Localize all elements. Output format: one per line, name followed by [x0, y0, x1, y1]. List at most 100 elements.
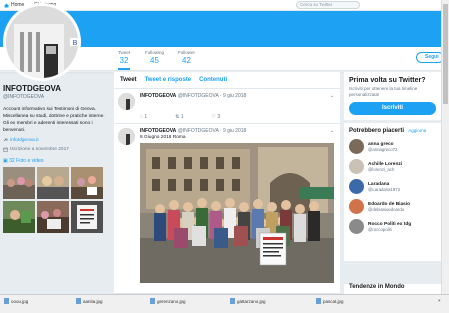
download-filename: gerenzano.jpg: [157, 298, 186, 304]
refresh-link[interactable]: · Aggiorna: [406, 128, 427, 133]
profile-joined: Iscrizione a novembre 2017: [10, 147, 69, 152]
stat-following[interactable]: Following 45: [145, 50, 164, 65]
tab-media[interactable]: Contenuti: [199, 77, 227, 83]
tweet-avatar[interactable]: [118, 93, 135, 110]
signup-button[interactable]: Iscriviti: [349, 102, 436, 115]
download-filename: gattarzano.jpg: [237, 298, 266, 304]
suggestion-handle: @debiasioedoardo: [368, 206, 405, 212]
media-thumb[interactable]: [71, 167, 103, 199]
photo-thumbnail: [3, 177, 35, 199]
stat-followers[interactable]: Follower 42: [178, 50, 195, 65]
close-icon[interactable]: ×: [438, 298, 441, 303]
media-grid: [3, 167, 110, 233]
home-icon: [4, 3, 9, 7]
reply-button[interactable]: ◌ 1: [140, 114, 147, 120]
timeline: Tweet Tweet e risposte Contenuti INFOTDG…: [114, 72, 340, 294]
profile-link-row: infotdgeova.it: [3, 138, 110, 143]
media-thumb[interactable]: [37, 167, 69, 199]
photo-thumbnail: [37, 209, 69, 233]
profile-name[interactable]: INFOTDGEOVA: [3, 84, 110, 93]
media-thumb[interactable]: [37, 201, 69, 233]
photo-thumbnail: [77, 205, 97, 229]
stat-tweets-value: 32: [119, 56, 129, 65]
photo-thumbnail: [71, 176, 103, 199]
search-input[interactable]: Cerca su Twitter: [296, 1, 360, 9]
download-item[interactable]: gerenzano.jpg: [150, 298, 186, 304]
stat-followers-label: Follower: [178, 50, 196, 55]
suggestion-item[interactable]: Achille Lorenzi @lorenzi_ach: [349, 159, 436, 174]
image-file-icon: [4, 298, 9, 304]
profile-handle: @INFOTDGEOVA: [3, 94, 45, 100]
stat-following-value: 45: [150, 56, 159, 65]
tweet-avatar[interactable]: [118, 128, 135, 145]
avatar-image: [118, 128, 135, 145]
avatar[interactable]: [349, 219, 364, 234]
downloads-bar: ooou.jpg aanita.jpg gerenzano.jpg gattar…: [0, 294, 449, 313]
top-navigation: Home Chi siamo Cerca su Twitter: [0, 0, 441, 11]
chevron-down-icon[interactable]: ⌄: [330, 128, 334, 134]
tweet-author-name[interactable]: INFOTDGEOVA: [140, 93, 176, 99]
follow-button[interactable]: Segui: [416, 52, 444, 63]
media-thumb[interactable]: [3, 167, 35, 199]
suggestion-name[interactable]: Edoardo de Biasio: [368, 202, 410, 207]
profile-avatar[interactable]: B: [3, 3, 81, 81]
profile-link[interactable]: infotdgeova.it: [10, 138, 39, 143]
avatar[interactable]: [349, 179, 364, 194]
like-button[interactable]: ♡ 3: [212, 114, 221, 120]
tab-tweets[interactable]: Tweet: [120, 77, 137, 83]
page-scrollbar[interactable]: [441, 0, 449, 294]
profile-sidebar: INFOTDGEOVA @INFOTDGEOVA Account informa…: [3, 84, 110, 233]
chevron-down-icon[interactable]: ⌄: [330, 93, 334, 99]
avatar-image: [118, 93, 135, 110]
tweet-header: INFOTDGEOVA @INFOTDGEOVA · 9 giu 2018: [140, 93, 246, 99]
suggestion-name[interactable]: anna greco: [368, 142, 397, 147]
suggestion-item[interactable]: Rocco Politi ex tdg @roccopoliti: [349, 219, 436, 234]
svg-text:B: B: [73, 40, 78, 47]
media-link[interactable]: ▣ 32 Foto e video: [3, 158, 110, 164]
avatar[interactable]: [349, 199, 364, 214]
tab-tweets-replies[interactable]: Tweet e risposte: [145, 77, 192, 83]
download-item[interactable]: gattarzano.jpg: [230, 298, 266, 304]
download-filename: pascat.jpg: [323, 298, 344, 304]
suggestion-handle: @Laradana1972: [368, 186, 401, 192]
profile-bio: Account informativo sui Testimoni di Geo…: [3, 107, 105, 133]
suggestion-name[interactable]: Achille Lorenzi: [368, 162, 402, 167]
trends-title[interactable]: Tendenze in Mondo: [344, 284, 441, 294]
stat-tweets[interactable]: Tweet 32: [118, 50, 131, 70]
signup-text: Iscriviti per ottenere la tua timeline p…: [349, 86, 418, 97]
download-item[interactable]: aanita.jpg: [76, 298, 103, 304]
link-icon: [3, 138, 8, 142]
right-sidebar: Prima volta su Twitter? Iscriviti per ot…: [344, 72, 441, 264]
suggestion-item[interactable]: Edoardo de Biasio @debiasioedoardo: [349, 199, 436, 214]
avatar[interactable]: [349, 139, 364, 154]
suggestion-handle: @lorenzi_ach: [368, 166, 395, 172]
tweet[interactable]: INFOTDGEOVA @INFOTDGEOVA · 9 giu 2018 ⌄ …: [114, 124, 340, 294]
media-thumb[interactable]: [3, 201, 35, 233]
suggestion-item[interactable]: Laradana @Laradana1972: [349, 179, 436, 194]
image-file-icon: [76, 298, 81, 304]
tweet-text: 8 Giugno 2018 Roma: [140, 135, 186, 140]
suggestions-heading: Potrebbero piacerti: [349, 128, 405, 134]
retweet-button[interactable]: ⇅ 1: [175, 114, 183, 120]
suggestions-card: Potrebbero piacerti · Aggiorna anna grec…: [344, 123, 441, 261]
photo-thumbnail: [37, 176, 69, 199]
suggestion-item[interactable]: anna greco @annagreco72: [349, 139, 436, 154]
tweet-header: INFOTDGEOVA @INFOTDGEOVA · 9 giu 2018: [140, 128, 246, 134]
stat-tweets-label: Tweet: [118, 50, 131, 55]
image-file-icon: [150, 298, 155, 304]
timeline-tabs: Tweet Tweet e risposte Contenuti: [114, 72, 340, 89]
tweet-author-name[interactable]: INFOTDGEOVA: [140, 128, 176, 134]
download-item[interactable]: ooou.jpg: [4, 298, 28, 304]
nav-home[interactable]: Home: [4, 2, 24, 8]
image-file-icon: [316, 298, 321, 304]
media-thumb[interactable]: [71, 201, 103, 233]
suggestion-name[interactable]: Rocco Politi ex tdg: [368, 222, 411, 227]
scrollbar-thumb[interactable]: [443, 4, 448, 104]
tweet-photo[interactable]: [140, 143, 334, 283]
tweet[interactable]: INFOTDGEOVA @INFOTDGEOVA · 9 giu 2018 ⌄ …: [114, 89, 340, 124]
calendar-icon: [3, 147, 8, 152]
download-item[interactable]: pascat.jpg: [316, 298, 344, 304]
avatar[interactable]: [349, 159, 364, 174]
suggestion-handle: @roccopoliti: [368, 226, 392, 232]
stat-followers-value: 42: [182, 56, 191, 65]
